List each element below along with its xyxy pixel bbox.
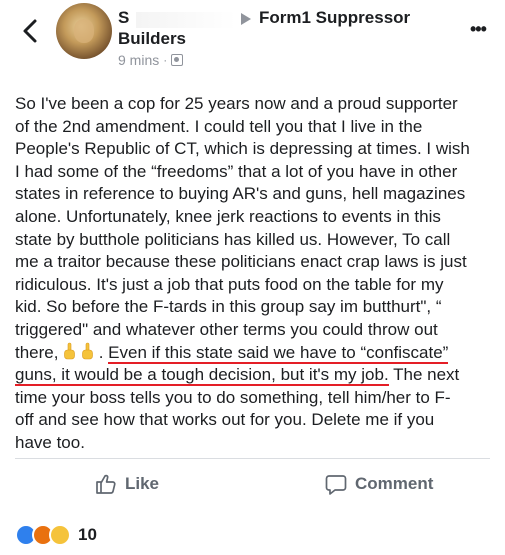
post-meta: 9 mins · <box>118 52 184 68</box>
post-line: have too. <box>15 432 85 452</box>
like-button[interactable]: Like <box>95 473 159 495</box>
post-text-segment: there, <box>15 342 59 362</box>
avatar-face <box>74 19 94 43</box>
post-line: of the 2nd amendment. I could tell you t… <box>15 116 423 136</box>
post-line: me a traitor because these politicians e… <box>15 252 467 272</box>
back-arrow-icon[interactable] <box>20 18 40 44</box>
haha-reaction-icon <box>49 524 71 546</box>
post-line: alone. Unfortunately, knee jerk reaction… <box>15 206 441 226</box>
group-audience-icon <box>171 54 184 66</box>
thumbs-up-icon <box>96 474 116 494</box>
middle-finger-emoji-icon <box>82 342 93 359</box>
middle-finger-emoji-icon <box>64 342 76 359</box>
post-line: off and see how that works out for you. … <box>15 410 435 430</box>
reactions-summary[interactable]: 10 <box>15 524 97 546</box>
meta-separator: · <box>163 53 168 67</box>
post-line: I had some of the “freedoms” that a lot … <box>15 161 458 181</box>
group-name-link[interactable]: Form1 Suppressor <box>259 8 410 28</box>
post-line: time your boss tells you to do something… <box>15 387 451 407</box>
post-line: People's Republic of CT, which is depres… <box>15 139 470 159</box>
comment-button[interactable]: Comment <box>325 473 433 495</box>
divider <box>15 458 490 459</box>
post-line: kid. So before the F-tards in this group… <box>15 297 442 317</box>
like-label: Like <box>125 474 160 493</box>
group-arrow-icon <box>241 13 251 25</box>
timestamp[interactable]: 9 mins <box>118 52 159 68</box>
post-text-segment: The next <box>388 365 460 385</box>
post-text-segment: . <box>98 342 104 362</box>
post-text: So I've been a cop for 25 years now and … <box>15 93 500 455</box>
more-options-button[interactable]: ••• <box>470 20 487 38</box>
reaction-count: 10 <box>78 525 97 544</box>
author-name-line2[interactable]: Builders <box>118 29 186 49</box>
post-line: So I've been a cop for 25 years now and … <box>15 94 458 113</box>
avatar[interactable] <box>56 3 112 59</box>
post-line: states in reference to buying AR's and g… <box>15 184 466 204</box>
highlighted-text: guns, it would be a tough decision, but … <box>15 365 389 387</box>
post-line: triggered" and whatever other terms you … <box>15 319 438 339</box>
comment-icon <box>325 475 347 495</box>
comment-label: Comment <box>355 474 434 493</box>
highlighted-text: Even if this state said we have to “conf… <box>108 342 449 364</box>
author-name-line1[interactable]: S <box>118 8 129 28</box>
post-line: state by butthole politicians has killed… <box>15 229 451 249</box>
post-line-emoji: there, . Even if this state said we have… <box>15 342 500 365</box>
redacted-name-area <box>136 12 236 28</box>
post-line: ridiculous. It's just a job that puts fo… <box>15 274 444 294</box>
post-line: guns, it would be a tough decision, but … <box>15 364 500 387</box>
